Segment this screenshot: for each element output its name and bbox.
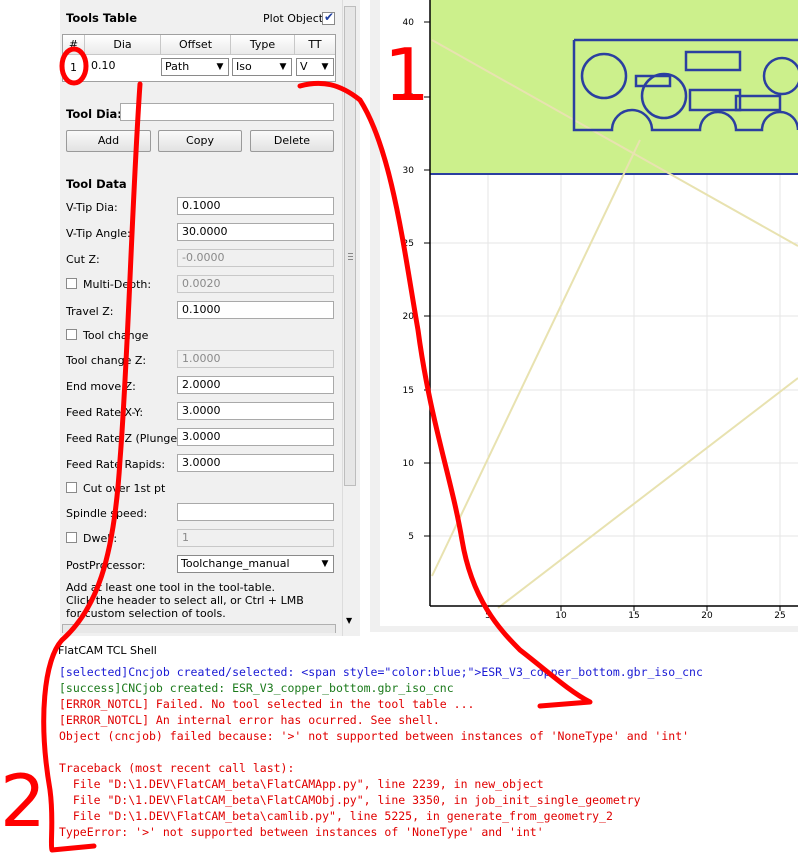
generate-button-partial[interactable]: [62, 624, 336, 633]
tool-dia-label: Tool Dia:: [66, 107, 122, 121]
multi-depth-checkbox[interactable]: [66, 278, 77, 289]
board-fill: [430, 0, 798, 174]
tool-dia-cell[interactable]: 0.10: [87, 58, 161, 76]
vtip-angle-input[interactable]: 30.0000: [177, 223, 334, 241]
column-header-tt[interactable]: TT: [295, 35, 335, 55]
y-tick-label: 10: [403, 459, 415, 469]
tool-dia-input[interactable]: [120, 103, 334, 121]
vtip-dia-input[interactable]: 0.1000: [177, 197, 334, 215]
multi-depth-label: Multi-Depth:: [83, 278, 152, 291]
chevron-down-icon: ▼: [321, 559, 329, 569]
spindle-speed-label: Spindle speed:: [66, 507, 148, 520]
hint-line-1: Add at least one tool in the tool-table.: [66, 581, 275, 594]
column-header-num[interactable]: #: [63, 35, 85, 55]
y-tick-label: 20: [403, 312, 415, 322]
vtip-angle-label: V-Tip Angle:: [66, 227, 131, 240]
shell-line: [ERROR_NOTCL] Failed. No tool selected i…: [59, 697, 475, 711]
feed-rate-z-label: Feed Rate Z (Plunge):: [66, 432, 186, 445]
cut-z-input[interactable]: -0.0000: [177, 249, 334, 267]
travel-z-label: Travel Z:: [66, 305, 114, 318]
plot-object-label: Plot Object: [263, 12, 324, 25]
x-tick-label: 15: [628, 611, 639, 621]
shell-line: TypeError: '>' not supported between ins…: [59, 825, 544, 839]
chevron-down-icon: ▼: [321, 62, 329, 72]
shell-line: Object (cncjob) failed because: '>' not …: [59, 729, 690, 743]
multi-depth-input[interactable]: 0.0020: [177, 275, 334, 293]
hint-line-3: for custom selection of tools.: [66, 607, 226, 620]
y-tick-label: 15: [403, 386, 414, 396]
shell-line: [success]CNCjob created: ESR_V3_copper_b…: [59, 681, 454, 695]
feed-rate-xy-input[interactable]: 3.0000: [177, 402, 334, 420]
column-header-dia[interactable]: Dia: [85, 35, 161, 55]
tt-value: V: [300, 60, 308, 73]
column-header-offset[interactable]: Offset: [161, 35, 231, 55]
postprocessor-value: Toolchange_manual: [181, 557, 290, 570]
column-header-type[interactable]: Type: [231, 35, 295, 55]
scrollbar-thumb[interactable]: [344, 6, 356, 486]
tool-change-z-input[interactable]: 1.0000: [177, 350, 334, 368]
postprocessor-select[interactable]: Toolchange_manual ▼: [177, 555, 334, 573]
add-tool-button[interactable]: Add: [66, 130, 151, 152]
travel-z-input[interactable]: 0.1000: [177, 301, 334, 319]
tcl-shell-title: FlatCAM TCL Shell: [58, 644, 157, 657]
plot-canvas[interactable]: 40 35 30 25 20 15 10 5 5 10 15 20 25: [380, 0, 798, 626]
shell-line: File "D:\1.DEV\FlatCAM_beta\camlib.py", …: [59, 809, 613, 823]
type-value: Iso: [236, 60, 252, 73]
hint-line-2: Click the header to select all, or Ctrl …: [66, 594, 304, 607]
x-tick-label: 25: [774, 611, 785, 621]
dwell-label: Dwell:: [83, 532, 118, 545]
plot-object-checkbox[interactable]: ✔: [322, 10, 335, 25]
shell-line: File "D:\1.DEV\FlatCAM_beta\FlatCAMApp.p…: [59, 777, 544, 791]
end-move-z-input[interactable]: 2.0000: [177, 376, 334, 394]
tool-change-z-label: Tool change Z:: [66, 354, 147, 367]
spindle-speed-input[interactable]: [177, 503, 334, 521]
shell-line: File "D:\1.DEV\FlatCAM_beta\FlatCAMObj.p…: [59, 793, 641, 807]
postprocessor-label: PostProcessor:: [66, 559, 146, 572]
offset-select[interactable]: Path ▼: [161, 58, 229, 76]
check-icon: ✔: [324, 10, 335, 24]
chevron-down-icon: ▼: [216, 62, 224, 72]
shell-line: Traceback (most recent call last):: [59, 761, 295, 775]
cut-over-label: Cut over 1st pt: [83, 482, 166, 495]
row-number[interactable]: 1: [70, 61, 77, 74]
tt-select[interactable]: V ▼: [296, 58, 334, 76]
y-tick-label: 25: [403, 239, 414, 249]
dwell-input[interactable]: 1: [177, 529, 334, 547]
shell-line: [ERROR_NOTCL] An internal error has ocur…: [59, 713, 440, 727]
feed-rate-rapids-input[interactable]: 3.0000: [177, 454, 334, 472]
x-tick-label: 5: [485, 611, 491, 621]
feed-rate-z-input[interactable]: 3.0000: [177, 428, 334, 446]
scroll-down-icon[interactable]: ▼: [346, 616, 352, 625]
tcl-shell-output[interactable]: [selected]Cncjob created/selected: <span…: [56, 660, 798, 864]
tools-table[interactable]: # Dia Offset Type TT 1 0.10 Path ▼ Iso ▼ V…: [62, 34, 336, 82]
tool-change-checkbox[interactable]: [66, 329, 77, 340]
x-tick-label: 10: [555, 611, 567, 621]
y-tick-label: 30: [403, 166, 415, 176]
cut-z-label: Cut Z:: [66, 253, 100, 266]
feed-rate-xy-label: Feed Rate X-Y:: [66, 406, 144, 419]
copy-tool-button[interactable]: Copy: [158, 130, 242, 152]
y-tick-label: 5: [408, 532, 414, 542]
tool-data-title: Tool Data: [66, 177, 127, 191]
delete-tool-button[interactable]: Delete: [250, 130, 334, 152]
y-tick-label: 35: [403, 93, 414, 103]
x-tick-label: 20: [701, 611, 713, 621]
y-tick-label: 40: [403, 18, 415, 28]
vtip-dia-label: V-Tip Dia:: [66, 201, 118, 214]
cut-over-checkbox[interactable]: [66, 482, 77, 493]
chevron-down-icon: ▼: [279, 62, 287, 72]
type-select[interactable]: Iso ▼: [232, 58, 292, 76]
dwell-checkbox[interactable]: [66, 532, 77, 543]
left-margin: [0, 0, 60, 636]
tools-table-title: Tools Table: [66, 11, 138, 25]
offset-value: Path: [165, 60, 190, 73]
end-move-z-label: End move Z:: [66, 380, 136, 393]
feed-rate-rapids-label: Feed Rate Rapids:: [66, 458, 166, 471]
annotation-label-2: 2: [0, 759, 46, 843]
tool-change-label: Tool change: [83, 329, 149, 342]
shell-line: [selected]Cncjob created/selected: <span…: [59, 665, 703, 679]
